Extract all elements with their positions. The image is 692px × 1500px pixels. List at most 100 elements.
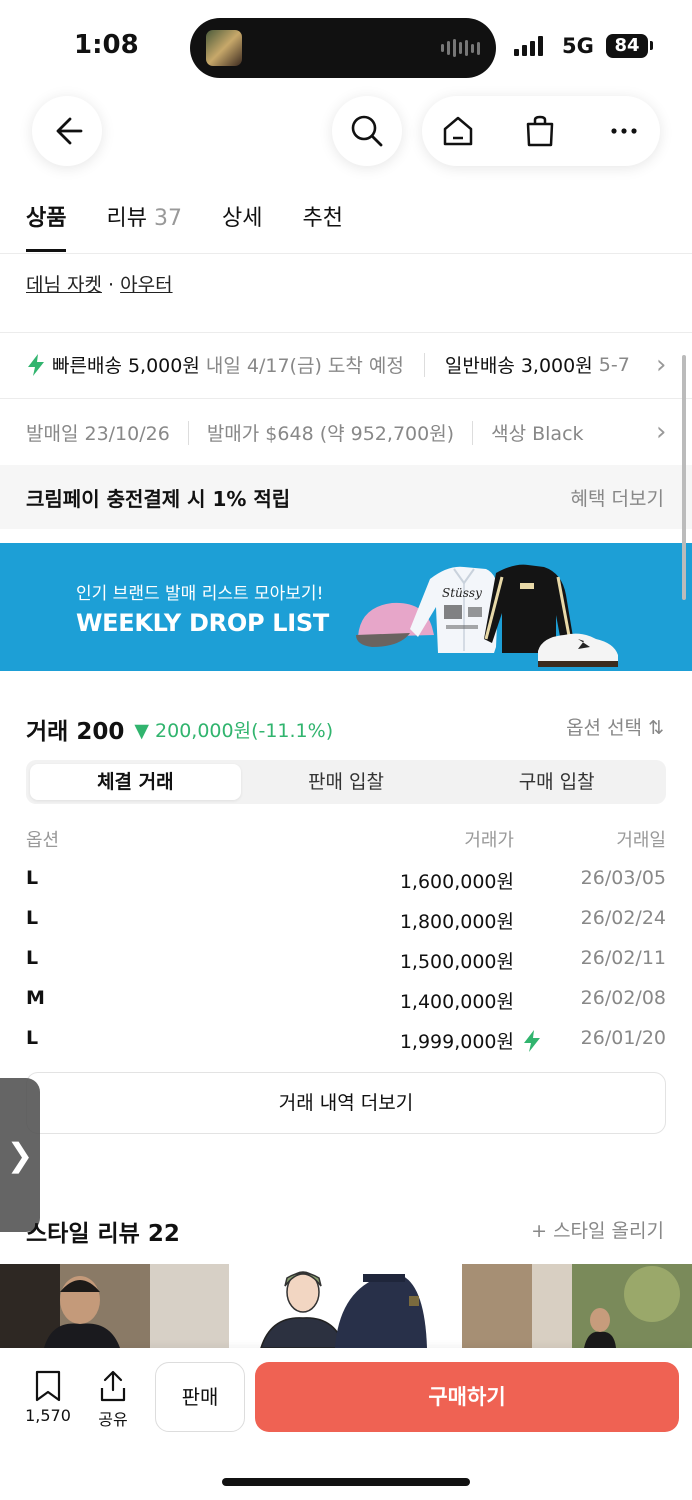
row-option: L xyxy=(26,1027,39,1049)
review-count: 37 xyxy=(153,206,182,231)
release-separator xyxy=(187,420,189,445)
status-time: 1:08 xyxy=(74,30,139,60)
home-icon xyxy=(443,116,473,146)
banner-products-image: Stüssy xyxy=(356,564,618,667)
breadcrumb-separator: · xyxy=(108,274,115,296)
buy-button[interactable]: 구매하기 xyxy=(255,1362,679,1432)
shipping-separator xyxy=(423,352,425,377)
chevron-right-icon[interactable]: › xyxy=(652,417,667,447)
home-indicator[interactable] xyxy=(222,1478,470,1486)
network-type: 5G xyxy=(562,34,594,58)
row-price: 1,500,000원 xyxy=(399,951,514,973)
back-button[interactable] xyxy=(32,96,102,166)
cart-button[interactable] xyxy=(520,111,560,151)
product-tabs: 상품 리뷰 37 상세 추천 xyxy=(26,200,383,252)
tab-detail[interactable]: 상세 xyxy=(222,200,262,252)
now-playing-artwork xyxy=(206,30,242,66)
benefit-more-link[interactable]: 혜택 더보기 xyxy=(571,484,664,511)
style-review-thumbnails xyxy=(0,1264,692,1348)
release-color: 색상 Black xyxy=(491,423,584,445)
shipping-divider xyxy=(0,398,692,399)
share-icon xyxy=(100,1370,126,1402)
status-bar: 1:08 5G 84 xyxy=(0,0,692,90)
bookmark-count: 1,570 xyxy=(25,1406,71,1425)
row-date: 26/03/05 xyxy=(580,867,666,889)
tab-product[interactable]: 상품 xyxy=(26,200,67,252)
column-price: 거래가 xyxy=(464,830,514,851)
kream-pay-text: 크림페이 충전결제 시 1% 적립 xyxy=(26,487,291,511)
option-select-button[interactable]: 옵션 선택 ⇅ xyxy=(566,713,664,740)
row-option: L xyxy=(26,947,39,969)
row-price: 1,800,000원 xyxy=(399,911,514,933)
search-button[interactable] xyxy=(332,96,402,166)
dynamic-island xyxy=(190,18,496,78)
back-arrow-icon xyxy=(56,117,83,145)
row-date: 26/01/20 xyxy=(580,1027,666,1049)
search-icon xyxy=(351,115,383,147)
sell-button[interactable]: 판매 xyxy=(155,1362,245,1432)
fast-shipping-eta: 내일 4/17(금) 도착 예정 xyxy=(205,355,404,377)
add-style-button[interactable]: + 스타일 올리기 xyxy=(531,1216,664,1243)
bookmark-icon xyxy=(35,1370,61,1402)
svg-text:Stüssy: Stüssy xyxy=(442,586,482,600)
segment-executed-trades[interactable]: 체결 거래 xyxy=(30,764,241,800)
signal-icon xyxy=(514,36,543,56)
style-review-title: 스타일 리뷰 22 xyxy=(26,1221,180,1247)
style-thumbnail[interactable] xyxy=(231,1264,460,1348)
home-button[interactable] xyxy=(438,111,478,151)
segment-sell-bids[interactable]: 판매 입찰 xyxy=(241,764,452,800)
nav-actions xyxy=(422,96,660,166)
row-price: 1,400,000원 xyxy=(399,991,514,1013)
kream-pay-banner[interactable]: 크림페이 충전결제 시 1% 적립 혜택 더보기 xyxy=(0,465,692,529)
row-price: 1,600,000원 xyxy=(399,871,514,893)
breadcrumb-category[interactable]: 데님 자켓 xyxy=(26,274,102,296)
tab-review[interactable]: 리뷰 37 xyxy=(106,200,181,252)
breadcrumb-parent[interactable]: 아우터 xyxy=(120,274,172,296)
release-date: 발매일 23/10/26 xyxy=(26,423,170,445)
battery-tip xyxy=(650,41,653,50)
battery-icon: 84 xyxy=(606,34,648,58)
release-info[interactable]: 발매일 23/10/26 발매가 $648 (약 952,700원) 색상 Bl… xyxy=(26,419,584,446)
share-button[interactable]: 공유 xyxy=(88,1370,138,1430)
release-separator xyxy=(472,420,474,445)
price-change: ▼ 200,000원(-11.1%) xyxy=(134,716,333,743)
scrollbar[interactable] xyxy=(682,355,686,600)
release-price: 발매가 $648 (약 952,700원) xyxy=(206,423,455,445)
lightning-icon xyxy=(28,353,44,376)
more-icon xyxy=(611,128,637,134)
tab-recommend[interactable]: 추천 xyxy=(302,200,342,252)
trade-history-more-button[interactable]: 거래 내역 더보기 xyxy=(26,1072,666,1134)
chevron-right-icon[interactable]: › xyxy=(652,350,667,380)
weekly-drop-banner[interactable]: 인기 브랜드 발매 리스트 모아보기! WEEKLY DROP LIST Stü… xyxy=(0,543,692,671)
row-option: L xyxy=(26,907,39,929)
style-thumbnail[interactable] xyxy=(462,1264,692,1348)
more-button[interactable] xyxy=(604,111,644,151)
trade-header: 거래 200 ▼ 200,000원(-11.1%) xyxy=(26,712,333,746)
style-thumbnail[interactable] xyxy=(0,1264,229,1348)
row-option: L xyxy=(26,867,39,889)
row-date: 26/02/08 xyxy=(580,987,666,1009)
tabs-divider xyxy=(0,253,692,254)
trade-segment-control: 체결 거래 판매 입찰 구매 입찰 xyxy=(26,760,666,804)
trade-count: 거래 200 xyxy=(26,719,125,745)
column-option: 옵션 xyxy=(26,830,60,851)
lightning-icon xyxy=(524,1030,540,1052)
row-date: 26/02/24 xyxy=(580,907,666,929)
shipping-info[interactable]: 빠른배송 5,000원 내일 4/17(금) 도착 예정 일반배송 3,000원… xyxy=(26,351,630,378)
breadcrumb: 데님 자켓 · 아우터 xyxy=(26,270,173,297)
banner-title: WEEKLY DROP LIST xyxy=(76,609,329,637)
share-label: 공유 xyxy=(98,1410,128,1429)
side-panel-handle[interactable]: ❯ xyxy=(0,1078,40,1232)
banner-subtitle: 인기 브랜드 발매 리스트 모아보기! xyxy=(76,584,324,604)
price-change-text: 200,000원(-11.1%) xyxy=(155,719,334,742)
column-date: 거래일 xyxy=(616,830,666,851)
normal-shipping-eta: 5-7 xyxy=(598,353,630,376)
row-option: M xyxy=(26,987,45,1009)
audio-wave-icon xyxy=(441,38,480,58)
bookmark-button[interactable]: 1,570 xyxy=(20,1370,76,1425)
shopping-bag-icon xyxy=(526,115,554,147)
row-date: 26/02/11 xyxy=(580,947,666,969)
row-price: 1,999,000원 xyxy=(399,1031,514,1053)
normal-shipping-label: 일반배송 3,000원 xyxy=(444,355,593,377)
segment-buy-bids[interactable]: 구매 입찰 xyxy=(451,764,662,800)
